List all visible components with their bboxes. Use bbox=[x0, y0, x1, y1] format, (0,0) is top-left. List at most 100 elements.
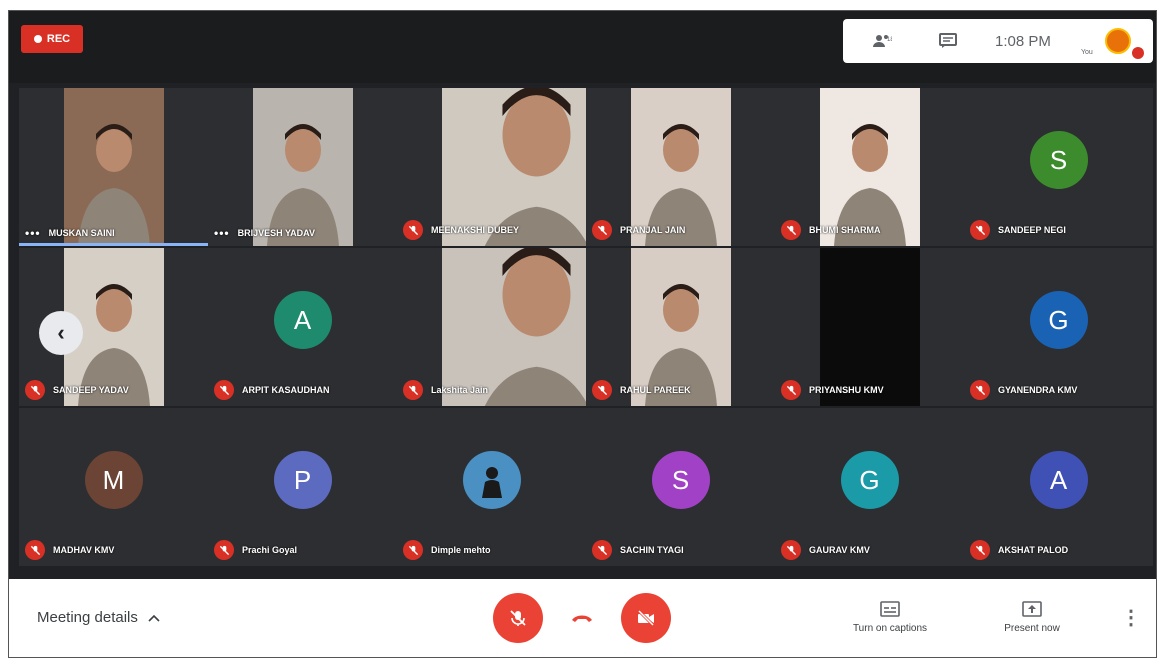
participant-namebar: Dimple mehto bbox=[403, 540, 491, 560]
mic-off-icon bbox=[510, 610, 526, 626]
participant-namebar: Lakshita Jain bbox=[403, 380, 488, 400]
mic-muted-icon bbox=[592, 220, 612, 240]
participant-namebar: SACHIN TYAGI bbox=[592, 540, 684, 560]
mic-muted-icon bbox=[592, 380, 612, 400]
mic-muted-icon bbox=[403, 540, 423, 560]
participant-tile[interactable]: A AKSHAT PALOD bbox=[964, 408, 1153, 566]
camera-off-icon bbox=[637, 609, 655, 627]
mic-muted-icon bbox=[781, 540, 801, 560]
hang-up-button[interactable] bbox=[567, 603, 597, 633]
participant-namebar: ARPIT KASAUDHAN bbox=[214, 380, 330, 400]
present-icon bbox=[1022, 601, 1042, 617]
participant-name: PRIYANSHU KMV bbox=[809, 385, 884, 395]
participant-name: ARPIT KASAUDHAN bbox=[242, 385, 330, 395]
mic-muted-icon bbox=[781, 220, 801, 240]
participant-avatar: A bbox=[1029, 451, 1088, 509]
participant-namebar: SANDEEP NEGI bbox=[970, 220, 1066, 240]
participant-namebar: PRANJAL JAIN bbox=[592, 220, 685, 240]
participant-name: BHUMI SHARMA bbox=[809, 225, 881, 235]
participant-tile[interactable]: P Prachi Goyal bbox=[208, 408, 397, 566]
participant-tile[interactable]: MEENAKSHI DUBEY bbox=[397, 88, 631, 246]
speaking-indicator-icon: ••• bbox=[25, 226, 41, 240]
participant-namebar: BHUMI SHARMA bbox=[781, 220, 881, 240]
participant-video bbox=[64, 88, 164, 246]
participant-avatar: M bbox=[84, 451, 143, 509]
people-icon[interactable]: 18 bbox=[871, 31, 893, 51]
participant-avatar: S bbox=[651, 451, 710, 509]
participant-photo-avatar bbox=[462, 451, 521, 509]
participant-namebar: ••• BRIJVESH YADAV bbox=[214, 226, 315, 240]
bottom-control-bar: Meeting details Turn on captions Present… bbox=[9, 579, 1156, 657]
participant-name: AKSHAT PALOD bbox=[998, 545, 1069, 555]
participant-name: MEENAKSHI DUBEY bbox=[431, 225, 520, 235]
record-dot-icon bbox=[33, 35, 42, 43]
participant-tile[interactable]: PRIYANSHU KMV bbox=[775, 248, 964, 406]
mic-muted-icon bbox=[403, 220, 423, 240]
participant-namebar: PRIYANSHU KMV bbox=[781, 380, 884, 400]
participant-avatar: A bbox=[273, 291, 332, 349]
you-label: You bbox=[1081, 49, 1093, 56]
self-avatar[interactable] bbox=[1105, 28, 1131, 54]
mic-muted-icon bbox=[25, 380, 45, 400]
chevron-up-icon bbox=[148, 609, 160, 626]
previous-page-button[interactable]: ‹ bbox=[39, 311, 83, 355]
participant-name: SACHIN TYAGI bbox=[620, 545, 684, 555]
participant-tile[interactable]: A ARPIT KASAUDHAN bbox=[208, 248, 397, 406]
participant-name: MUSKAN SAINI bbox=[48, 228, 115, 238]
mic-off-button[interactable] bbox=[493, 593, 543, 643]
participant-name: GAURAV KMV bbox=[809, 545, 870, 555]
participant-tile[interactable]: ••• MUSKAN SAINI bbox=[19, 88, 208, 246]
captions-button[interactable]: Turn on captions bbox=[835, 601, 945, 634]
meeting-details-label: Meeting details bbox=[37, 609, 138, 626]
participant-name: BRIJVESH YADAV bbox=[237, 228, 315, 238]
meeting-details-button[interactable]: Meeting details bbox=[37, 609, 160, 626]
mic-muted-icon bbox=[214, 540, 234, 560]
mic-muted-icon bbox=[403, 380, 423, 400]
participant-namebar: MADHAV KMV bbox=[25, 540, 114, 560]
participant-tile[interactable]: ••• BRIJVESH YADAV bbox=[208, 88, 397, 246]
participant-tile[interactable]: Dimple mehto bbox=[397, 408, 586, 566]
participant-namebar: AKSHAT PALOD bbox=[970, 540, 1068, 560]
active-speaker-bar bbox=[19, 243, 208, 246]
participant-name: Prachi Goyal bbox=[242, 545, 298, 555]
participant-namebar: MEENAKSHI DUBEY bbox=[403, 220, 519, 240]
rec-label: REC bbox=[46, 33, 71, 45]
participant-tile[interactable]: RAHUL PAREEK bbox=[586, 248, 775, 406]
captions-icon bbox=[880, 601, 900, 617]
phone-hangup-icon bbox=[572, 615, 592, 622]
mic-muted-icon bbox=[214, 380, 234, 400]
chat-icon[interactable] bbox=[937, 31, 959, 51]
participant-name: Dimple mehto bbox=[431, 545, 491, 555]
camera-off-button[interactable] bbox=[621, 593, 671, 643]
mic-muted-icon bbox=[781, 380, 801, 400]
participant-tile[interactable]: G GYANENDRA KMV bbox=[964, 248, 1153, 406]
participant-name: SANDEEP YADAV bbox=[53, 385, 129, 395]
more-dots-icon: ••• bbox=[214, 226, 230, 240]
top-bar: REC 18 1:08 PM You bbox=[9, 11, 1156, 83]
participant-namebar: GYANENDRA KMV bbox=[970, 380, 1077, 400]
more-options-button[interactable]: ⋮ bbox=[1121, 605, 1141, 630]
participant-tile[interactable]: S SACHIN TYAGI bbox=[586, 408, 775, 566]
captions-label: Turn on captions bbox=[852, 623, 928, 634]
participant-tile[interactable]: G GAURAV KMV bbox=[775, 408, 964, 566]
participant-avatar: G bbox=[1029, 291, 1088, 349]
participant-tile[interactable]: BHUMI SHARMA bbox=[775, 88, 964, 246]
self-mute-badge-icon bbox=[1132, 47, 1144, 59]
participant-namebar: RAHUL PAREEK bbox=[592, 380, 691, 400]
present-label: Present now bbox=[1004, 623, 1060, 634]
participant-tile[interactable]: S SANDEEP NEGI bbox=[964, 88, 1153, 246]
mic-muted-icon bbox=[970, 540, 990, 560]
present-now-button[interactable]: Present now bbox=[977, 601, 1087, 634]
participant-name: SANDEEP NEGI bbox=[998, 225, 1066, 235]
participant-name: GYANENDRA KMV bbox=[998, 385, 1078, 395]
participant-name: MADHAV KMV bbox=[53, 545, 115, 555]
participant-avatar: G bbox=[840, 451, 899, 509]
participant-tile[interactable]: M MADHAV KMV bbox=[19, 408, 208, 566]
participant-tile[interactable]: PRANJAL JAIN bbox=[586, 88, 775, 246]
participant-avatar: S bbox=[1029, 131, 1088, 189]
mic-muted-icon bbox=[970, 380, 990, 400]
participant-name: RAHUL PAREEK bbox=[620, 385, 691, 395]
top-right-panel: 18 1:08 PM You bbox=[843, 19, 1153, 63]
participant-tile[interactable]: Lakshita Jain bbox=[397, 248, 631, 406]
participant-avatar: P bbox=[273, 451, 332, 509]
